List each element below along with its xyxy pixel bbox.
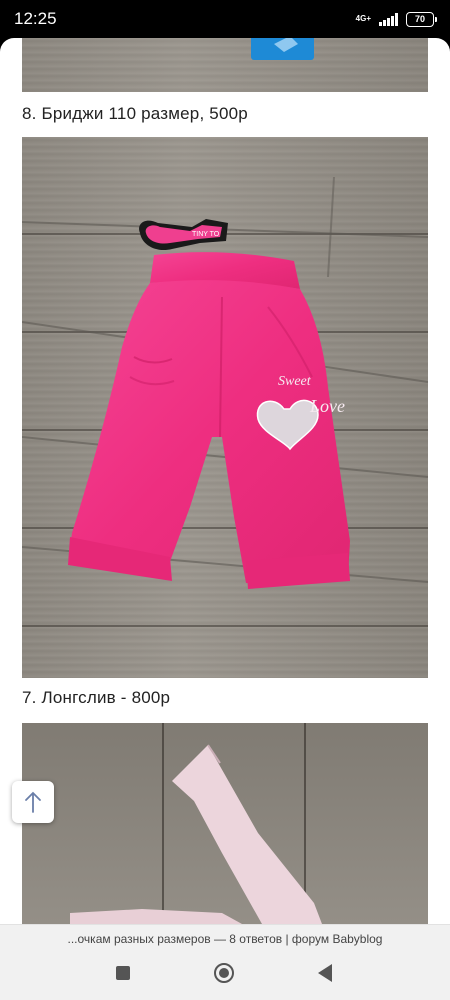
guitar-tag-icon: TINY TO bbox=[139, 219, 228, 251]
page-title-text: ...очкам разных размеров — 8 ответов | ф… bbox=[67, 932, 383, 946]
pink-pants-illustration: TINY TO Sweet Love bbox=[22, 176, 428, 589]
battery-level: 70 bbox=[414, 13, 425, 24]
back-icon[interactable] bbox=[318, 964, 332, 982]
longsleeve-illustration bbox=[70, 744, 322, 924]
svg-text:TINY TO: TINY TO bbox=[192, 231, 220, 238]
page-content[interactable]: 8. Бриджи 110 размер, 500р TINY TO Sweet… bbox=[0, 38, 450, 924]
status-icons: 4G+ 70 bbox=[355, 11, 437, 27]
svg-text:Sweet: Sweet bbox=[278, 374, 312, 389]
system-navigation-bar bbox=[0, 954, 450, 1000]
blue-item-fragment bbox=[251, 38, 314, 60]
scroll-to-top-button[interactable] bbox=[12, 781, 54, 823]
signal-strength-icon bbox=[379, 12, 398, 26]
svg-text:Love: Love bbox=[309, 396, 345, 416]
arrow-up-icon bbox=[25, 791, 41, 813]
status-bar: 12:25 4G+ 70 bbox=[0, 0, 450, 38]
item-caption-8: 8. Бриджи 110 размер, 500р bbox=[22, 104, 248, 123]
pink-capri-pants-photo[interactable]: TINY TO Sweet Love bbox=[22, 137, 428, 678]
wooden-floor-photo-top[interactable] bbox=[22, 38, 428, 92]
battery-icon: 70 bbox=[406, 11, 437, 27]
network-type-label: 4G+ bbox=[355, 14, 371, 23]
item-caption-7: 7. Лонгслив - 800р bbox=[22, 688, 171, 707]
home-icon[interactable] bbox=[214, 963, 234, 983]
recent-apps-icon[interactable] bbox=[116, 966, 130, 980]
browser-url-bar[interactable]: ...очкам разных размеров — 8 ответов | ф… bbox=[0, 924, 450, 955]
longsleeve-photo[interactable] bbox=[22, 723, 428, 924]
status-time: 12:25 bbox=[14, 9, 57, 28]
